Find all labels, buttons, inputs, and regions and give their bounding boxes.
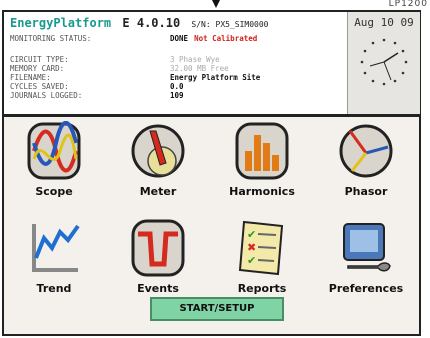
pointer-arrow-icon [212,0,220,8]
tile-reports-label: Reports [237,282,287,295]
analog-clock-icon [360,38,408,86]
circuit-type-value: 3 Phase Wye [170,55,220,64]
harmonics-icon [235,122,289,180]
function-grid: Scope Meter Harmonics Phasor Trend Event… [4,117,419,307]
circuit-type-label: CIRCUIT TYPE: [10,55,69,64]
monitoring-status-value: DONE Not Calibrated [170,34,257,43]
tile-harmonics-label: Harmonics [229,185,295,198]
product-title: EnergyPlatform E 4.0.10 S/N: PX5_SIM0000 [10,16,268,30]
brand-platform: Platform [53,16,112,30]
phasor-icon [339,124,393,178]
brand-energy: Energy [10,16,54,30]
status-header: EnergyPlatform E 4.0.10 S/N: PX5_SIM0000… [4,12,420,117]
journals-logged-label: JOURNALS LOGGED: [10,91,83,100]
calibration-warning: Not Calibrated [194,34,258,43]
tile-phasor-label: Phasor [344,185,388,198]
journals-logged-value: 109 [170,91,184,100]
filename-label: FILENAME: [10,73,51,82]
tile-phasor[interactable]: Phasor [316,117,416,212]
memory-card-value: 32.00 MB Free [170,64,229,73]
memory-card-label: MEMORY CARD: [10,64,65,73]
preferences-icon [343,223,391,272]
monitoring-done: DONE [170,34,189,43]
tile-harmonics[interactable]: Harmonics [212,117,312,212]
firmware-version: E 4.0.10 [122,16,181,30]
reports-icon: ✔ ✖ ✔ [238,220,284,276]
filename-value: Energy Platform Site [170,73,261,82]
meter-icon [131,124,185,178]
svg-text:✖: ✖ [247,241,256,254]
tile-trend[interactable]: Trend [4,214,104,309]
svg-text:✔: ✔ [247,228,256,241]
tile-events-label: Events [137,282,179,295]
tile-preferences[interactable]: Preferences [316,214,416,309]
device-screen: EnergyPlatform E 4.0.10 S/N: PX5_SIM0000… [2,10,421,336]
tile-events[interactable]: Events [108,214,208,309]
top-note: LP1200 [388,0,428,9]
clock-panel: Aug 10 09 [347,12,420,114]
serial-number: S/N: PX5_SIM0000 [191,20,269,29]
date-display: Aug 10 09 [354,16,414,29]
trend-icon [32,224,80,272]
cycles-saved-value: 0.0 [170,82,184,91]
tile-scope-label: Scope [35,185,73,198]
monitoring-status-label: MONITORING STATUS: [10,34,92,43]
svg-text:✔: ✔ [247,254,256,267]
tile-scope[interactable]: Scope [4,117,104,212]
start-setup-button[interactable]: START/SETUP [150,297,284,321]
tile-trend-label: Trend [36,282,72,295]
tile-reports[interactable]: ✔ ✖ ✔ Reports [212,214,312,309]
cycles-saved-label: CYCLES SAVED: [10,82,69,91]
tile-meter-label: Meter [139,185,177,198]
tile-preferences-label: Preferences [328,282,404,295]
tile-meter[interactable]: Meter [108,117,208,212]
scope-icon [27,121,81,180]
events-icon [131,219,185,277]
